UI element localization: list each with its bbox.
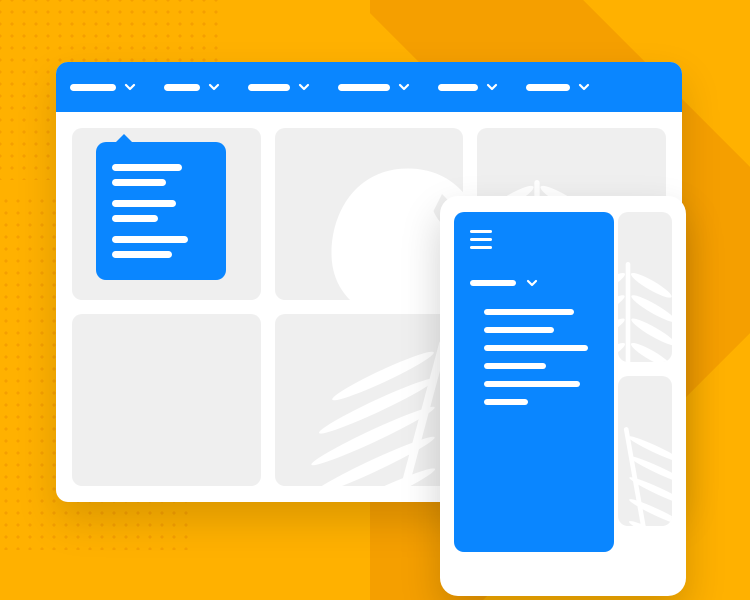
mobile-submenu-item[interactable]: [484, 309, 574, 315]
desktop-nav-item[interactable]: [164, 81, 220, 93]
nav-label-placeholder: [438, 84, 478, 91]
chevron-down-icon: [298, 81, 310, 93]
text-placeholder: [112, 200, 176, 207]
nav-label-placeholder: [164, 84, 200, 91]
hamburger-icon[interactable]: [470, 230, 598, 249]
fern-leaf-icon: [618, 262, 672, 362]
content-card: [275, 128, 464, 300]
mobile-submenu-item[interactable]: [484, 363, 546, 369]
mobile-submenu: [470, 309, 598, 405]
chevron-down-icon: [486, 81, 498, 93]
content-card: [618, 212, 672, 362]
chevron-down-icon: [124, 81, 136, 93]
desktop-nav-item[interactable]: [526, 81, 590, 93]
desktop-nav-item[interactable]: [338, 81, 410, 93]
nav-label-placeholder: [470, 280, 516, 286]
content-card: [275, 314, 464, 486]
desktop-nav-item[interactable]: [248, 81, 310, 93]
content-card: [618, 376, 672, 526]
chevron-down-icon: [578, 81, 590, 93]
text-placeholder: [112, 215, 158, 222]
desktop-navbar: [56, 62, 682, 112]
mobile-submenu-item[interactable]: [484, 327, 554, 333]
dropdown-item[interactable]: [112, 200, 210, 222]
mobile-window: [440, 196, 686, 596]
chevron-down-icon: [398, 81, 410, 93]
text-placeholder: [112, 179, 166, 186]
mobile-submenu-item[interactable]: [484, 399, 528, 405]
dropdown-item[interactable]: [112, 236, 210, 258]
content-card: [72, 314, 261, 486]
mobile-nav-item-active[interactable]: [470, 277, 598, 289]
chevron-down-icon: [208, 81, 220, 93]
nav-label-placeholder: [338, 84, 390, 91]
text-placeholder: [112, 251, 172, 258]
desktop-nav-item[interactable]: [438, 81, 498, 93]
palm-leaf-icon: [618, 426, 672, 526]
nav-label-placeholder: [248, 84, 290, 91]
chevron-down-icon: [526, 277, 538, 289]
desktop-dropdown-menu: [96, 142, 226, 280]
nav-label-placeholder: [70, 84, 116, 91]
text-placeholder: [112, 236, 188, 243]
mobile-submenu-item[interactable]: [484, 381, 580, 387]
mobile-submenu-item[interactable]: [484, 345, 588, 351]
dropdown-item[interactable]: [112, 164, 210, 186]
nav-label-placeholder: [526, 84, 570, 91]
mobile-slide-menu: [454, 212, 614, 552]
desktop-nav-item[interactable]: [70, 81, 136, 93]
text-placeholder: [112, 164, 182, 171]
